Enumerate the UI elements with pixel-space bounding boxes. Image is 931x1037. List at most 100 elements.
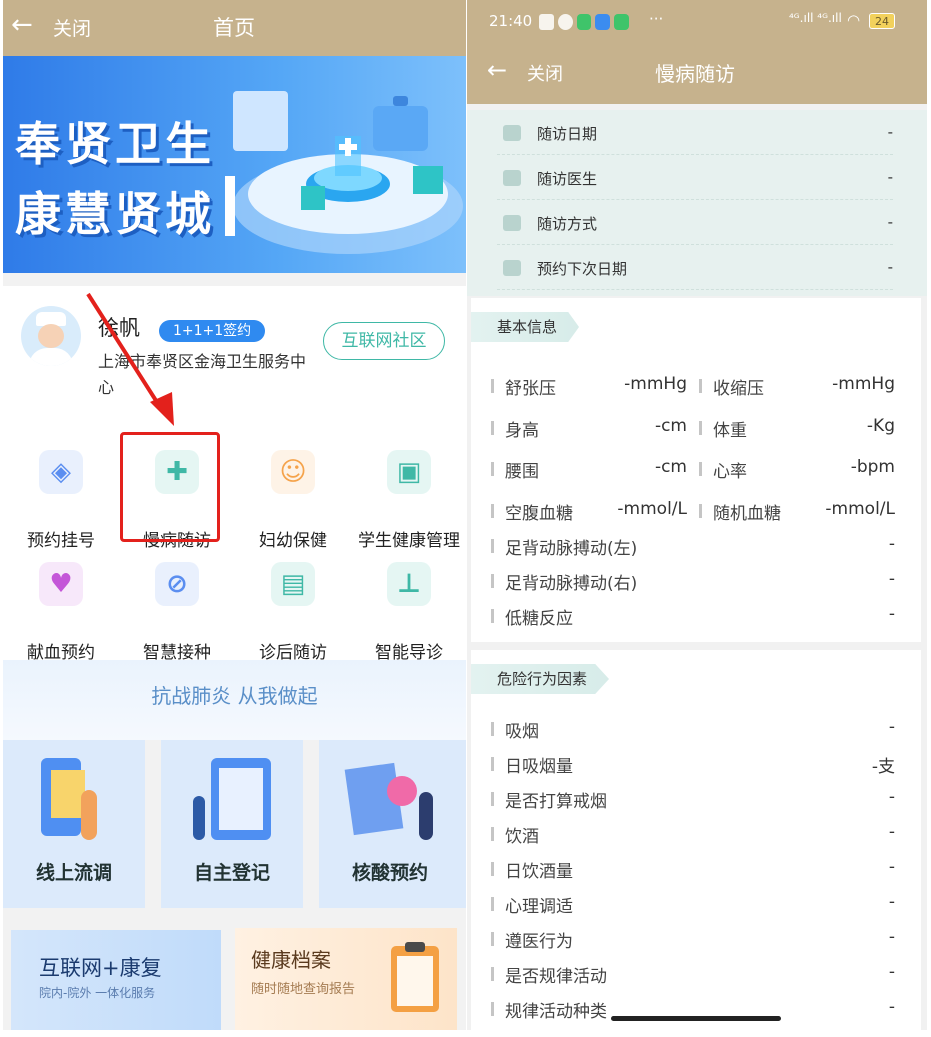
field-label: 足背动脉搏动(右) <box>505 574 638 594</box>
home-header: ← 关闭 首页 <box>3 0 466 56</box>
bullet-bar <box>491 722 494 736</box>
service-item[interactable]: ☺ 妇幼保健 <box>235 438 351 551</box>
calendar-icon <box>503 260 521 276</box>
annotation-highlight-box <box>120 432 220 542</box>
field-value: -mmol/L <box>617 498 687 519</box>
rehab-subtitle: 院内-院外 一体化服务 <box>39 986 156 1000</box>
service-item[interactable]: ◈ 预约挂号 <box>3 438 119 551</box>
baby-face-icon: ☺ <box>271 450 315 494</box>
page-title: 慢病随访 <box>655 62 735 86</box>
home-screen: ← 关闭 首页 奉贤卫生 康慧贤城 徐帆 1+1+1签约 上海市奉贤区金海卫生服… <box>3 0 466 1030</box>
quick-card-label: 核酸预约 <box>351 862 428 884</box>
home-indicator[interactable] <box>611 1016 781 1021</box>
bullet-bar <box>491 462 494 476</box>
service-label: 预约挂号 <box>27 531 95 551</box>
field-value: -cm <box>654 457 687 477</box>
visit-info-row: 随访方式 - <box>497 200 893 245</box>
field-label: 低糖反应 <box>505 609 573 629</box>
page-title: 首页 <box>213 16 255 40</box>
field-label: 规律活动种类 <box>505 1002 607 1022</box>
field-label: 日饮酒量 <box>505 862 573 882</box>
rehab-banner[interactable]: 互联网+康复 院内-院外 一体化服务 <box>11 930 221 1030</box>
field-value: -mmHg <box>832 374 895 394</box>
bullet-bar <box>699 503 702 518</box>
field-value: - <box>888 604 895 624</box>
bullet-bar <box>491 379 494 393</box>
field-label: 心理调适 <box>505 897 573 917</box>
field-label: 是否打算戒烟 <box>505 792 607 812</box>
field-label: 吸烟 <box>505 722 539 742</box>
field-value: -bpm <box>850 457 895 477</box>
bullet-bar <box>491 827 494 841</box>
quick-card-online-survey[interactable]: 线上流调 <box>3 740 145 908</box>
bullet-bar <box>491 897 494 911</box>
visit-info-value: - <box>887 258 893 276</box>
field-label: 遵医行为 <box>505 932 573 952</box>
rehab-title: 互联网+康复 <box>39 956 162 980</box>
field-label: 身高 <box>505 420 539 441</box>
visit-info-label: 随访方式 <box>537 215 598 233</box>
visit-info-label: 随访日期 <box>537 125 598 143</box>
service-label: 妇幼保健 <box>259 531 327 551</box>
visit-info-value: - <box>887 213 893 231</box>
quick-card-nucleic-test[interactable]: 核酸预约 <box>319 740 466 908</box>
field-label: 空腹血糖 <box>505 503 573 524</box>
field-label: 日吸烟量 <box>505 757 573 777</box>
back-arrow-icon[interactable]: ← <box>487 56 507 84</box>
signal-icon: ⁴ᴳ.ıll ⁴ᴳ.ıll <box>789 11 842 25</box>
field-value: - <box>888 857 895 877</box>
field-value: -mmHg <box>624 374 687 394</box>
bullet-bar <box>491 792 494 806</box>
battery-icon: 24 <box>869 13 895 29</box>
health-platform-illustration <box>225 91 463 254</box>
service-item[interactable]: ⊥ 智能导诊 <box>351 550 466 663</box>
field-value: - <box>888 997 895 1017</box>
field-label: 收缩压 <box>713 379 764 399</box>
doctor-icon <box>503 170 521 186</box>
service-item[interactable]: ♥ 献血预约 <box>3 550 119 663</box>
service-item[interactable]: ▤ 诊后随访 <box>235 550 351 663</box>
slogan-text: 抗战肺炎 从我做起 <box>3 660 466 740</box>
bullet-bar <box>491 420 494 435</box>
visit-info-value: - <box>887 168 893 186</box>
field-value: -支 <box>871 757 895 777</box>
doctor-card[interactable]: 徐帆 1+1+1签约 上海市奉贤区金海卫生服务中 心 互联网社区 <box>3 286 466 420</box>
close-button[interactable]: 关闭 <box>53 14 91 41</box>
service-item[interactable]: ▣ 学生健康管理 <box>351 438 466 551</box>
quick-card-self-register[interactable]: 自主登记 <box>161 740 303 908</box>
annotation-arrow <box>86 292 174 426</box>
risk-factors-card: 危险行为因素 吸烟 - 日吸烟量 -支 是否打算戒烟 - 饮酒 - 日饮酒量 - 心理调适 - 遵医行为… <box>471 650 921 1030</box>
bullet-bar <box>491 503 494 518</box>
field-label: 随机血糖 <box>713 503 781 524</box>
archive-title: 健康档案 <box>251 948 331 972</box>
bullet-bar <box>491 574 494 588</box>
field-label: 腰围 <box>505 462 539 482</box>
status-bar: 21:40 ··· ⁴ᴳ.ıll ⁴ᴳ.ıll ◠ 24 <box>467 0 927 44</box>
back-arrow-icon[interactable]: ← <box>11 10 33 40</box>
doctor-avatar <box>21 306 81 366</box>
health-archive-banner[interactable]: 健康档案 随时随地查询报告 <box>235 928 457 1030</box>
basic-info-card: 基本信息 舒张压 -mmHg 收缩压 -mmHg 身高 -cm 体重 -Kg 腰围 -cm 心率 -b… <box>471 298 921 642</box>
chronic-followup-screen: 21:40 ··· ⁴ᴳ.ıll ⁴ᴳ.ıll ◠ 24 ← 关闭 慢病随访 随… <box>467 0 927 1030</box>
followup-card-icon: ▤ <box>271 562 315 606</box>
community-button[interactable]: 互联网社区 <box>323 322 445 360</box>
promo-banner[interactable]: 奉贤卫生 康慧贤城 <box>3 56 466 273</box>
bullet-bar <box>699 379 702 393</box>
field-label: 心率 <box>713 462 747 482</box>
app-notification-icons <box>539 14 629 30</box>
bullet-bar <box>699 420 702 435</box>
visit-info-row: 随访日期 - <box>497 110 893 155</box>
field-label: 舒张压 <box>505 379 556 399</box>
wifi-icon: ◠ <box>847 11 861 29</box>
field-value: - <box>888 787 895 807</box>
banner-title-line2: 康慧贤城 <box>15 187 215 241</box>
status-more: ··· <box>649 10 664 28</box>
close-button[interactable]: 关闭 <box>527 60 563 86</box>
bullet-bar <box>491 932 494 946</box>
field-value: -Kg <box>866 415 895 436</box>
field-value: - <box>888 822 895 842</box>
service-item[interactable]: ⊘ 智慧接种 <box>119 550 235 663</box>
graduation-cap-icon: ▣ <box>387 450 431 494</box>
visit-info-row: 预约下次日期 - <box>497 245 893 290</box>
signpost-icon: ⊥ <box>387 562 431 606</box>
